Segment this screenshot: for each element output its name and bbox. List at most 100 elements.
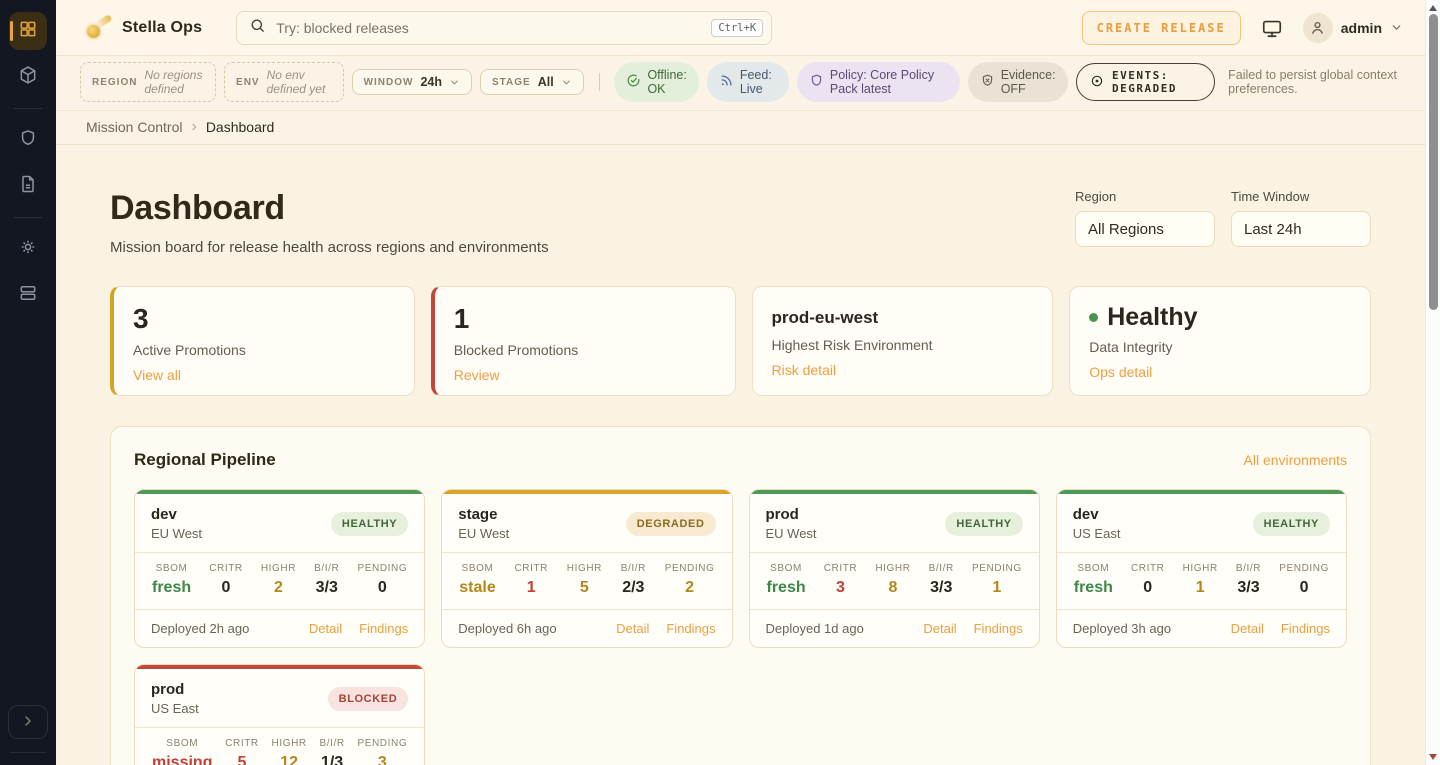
detail-link[interactable]: Detail — [923, 621, 956, 636]
display-monitor-icon[interactable] — [1261, 17, 1283, 39]
search-shortcut-kbd: Ctrl+K — [711, 19, 763, 37]
findings-link[interactable]: Findings — [1281, 621, 1330, 636]
view-all-link[interactable]: View all — [133, 367, 395, 383]
metric-highr: HIGHR1 — [1183, 563, 1218, 597]
environment-name: prod — [766, 506, 817, 523]
detail-link[interactable]: Detail — [309, 621, 342, 636]
vertical-scrollbar[interactable] — [1425, 0, 1440, 765]
env-filter-chip[interactable]: ENV No env defined yet — [224, 62, 344, 102]
sidebar-item-security[interactable] — [9, 121, 47, 159]
metric-label: B/I/R — [1236, 563, 1261, 574]
events-status-chip[interactable]: EVENTS: DEGRADED — [1076, 63, 1215, 101]
create-release-button[interactable]: CREATE RELEASE — [1082, 11, 1241, 45]
stage-filter-value: All — [538, 75, 554, 89]
metric-label: HIGHR — [261, 563, 296, 574]
metric-sbom: SBOMstale — [459, 563, 495, 597]
time-window-select-group: Time Window Last 24h — [1231, 189, 1371, 247]
evidence-status-chip[interactable]: Evidence: OFF — [968, 62, 1068, 102]
ops-detail-link[interactable]: Ops detail — [1089, 364, 1351, 380]
metric-value: 12 — [272, 754, 307, 765]
scroll-down-arrow-icon[interactable] — [1429, 754, 1437, 760]
metric-value: 2/3 — [621, 579, 646, 597]
dashboard-grid-icon — [18, 19, 38, 44]
sidebar-item-settings[interactable] — [9, 230, 47, 268]
feed-status-chip[interactable]: Feed: Live — [707, 62, 789, 102]
search-icon — [249, 17, 266, 39]
breadcrumb-parent[interactable]: Mission Control — [86, 119, 182, 135]
stage-filter-dropdown[interactable]: STAGE All — [480, 69, 584, 95]
sidebar-bottom-divider — [10, 752, 46, 753]
package-icon — [18, 65, 38, 90]
breadcrumb-separator-icon: › — [191, 119, 196, 135]
search-input[interactable] — [276, 20, 701, 36]
page-title: Dashboard — [110, 189, 549, 228]
chevron-down-icon — [1390, 21, 1403, 34]
app-logo[interactable]: Stella Ops — [86, 16, 202, 40]
pipeline-card-metrics: SBOMfresh CRITR0 HIGHR2 B/I/R3/3 PENDING… — [135, 552, 424, 609]
risk-detail-link[interactable]: Risk detail — [772, 362, 1034, 378]
page-header: Dashboard Mission board for release heal… — [110, 189, 1371, 256]
stat-card-data-integrity: Healthy Data Integrity Ops detail — [1069, 286, 1371, 396]
environment-name: stage — [458, 506, 509, 523]
region-select[interactable]: All Regions — [1075, 211, 1215, 247]
stat-value: prod-eu-west — [772, 309, 1034, 328]
region-filter-value: No regions defined — [144, 68, 204, 96]
metric-value: 5 — [567, 579, 602, 597]
pipeline-card-footer: Deployed 3h ago Detail Findings — [1057, 609, 1346, 647]
panel-title: Regional Pipeline — [134, 450, 276, 470]
metric-highr: HIGHR2 — [261, 563, 296, 597]
findings-link[interactable]: Findings — [359, 621, 408, 636]
metric-critr: CRITR5 — [225, 738, 259, 765]
findings-link[interactable]: Findings — [974, 621, 1023, 636]
region-name: US East — [151, 701, 199, 716]
sidebar-item-infrastructure[interactable] — [9, 276, 47, 314]
metric-sbom: SBOMfresh — [152, 563, 191, 597]
region-name: US East — [1073, 526, 1121, 541]
deployed-timestamp: Deployed 2h ago — [151, 621, 249, 636]
metric-label: CRITR — [824, 563, 858, 574]
sidebar-collapse-button[interactable] — [8, 705, 48, 739]
metric-critr: CRITR0 — [209, 563, 243, 597]
sidebar-item-dashboard[interactable] — [9, 12, 47, 50]
metric-value: 0 — [1279, 579, 1329, 597]
context-bar: REGION No regions defined ENV No env def… — [56, 56, 1425, 111]
global-search[interactable]: Ctrl+K — [236, 11, 772, 45]
region-filter-label: REGION — [92, 77, 137, 88]
metric-pending: PENDING0 — [1279, 563, 1329, 597]
metric-value: 1/3 — [319, 754, 344, 765]
page-content: Dashboard Mission board for release heal… — [56, 145, 1425, 765]
time-window-select[interactable]: Last 24h — [1231, 211, 1371, 247]
pipeline-card-header: prod US East BLOCKED — [135, 669, 424, 727]
sidebar-item-releases[interactable] — [9, 58, 47, 96]
window-filter-dropdown[interactable]: WINDOW 24h — [352, 69, 472, 95]
region-filter-chip[interactable]: REGION No regions defined — [80, 62, 216, 102]
metric-value: 2 — [665, 579, 715, 597]
sidebar-divider — [14, 217, 42, 218]
metric-bir: B/I/R3/3 — [1236, 563, 1261, 597]
pipeline-card-metrics: SBOMstale CRITR1 HIGHR5 B/I/R2/3 PENDING… — [442, 552, 731, 609]
user-menu[interactable]: admin — [1303, 13, 1403, 43]
stage-filter-label: STAGE — [492, 77, 531, 88]
detail-link[interactable]: Detail — [616, 621, 649, 636]
findings-link[interactable]: Findings — [666, 621, 715, 636]
chevron-right-icon — [20, 713, 36, 732]
metric-value: 1 — [1183, 579, 1218, 597]
environment-name: dev — [151, 506, 202, 523]
offline-status-chip[interactable]: Offline: OK — [614, 62, 698, 102]
review-link[interactable]: Review — [454, 367, 716, 383]
metric-value: 3 — [357, 754, 407, 765]
scrollbar-thumb[interactable] — [1429, 14, 1438, 310]
pipeline-card-metrics: SBOMmissing CRITR5 HIGHR12 B/I/R1/3 PEND… — [135, 727, 424, 765]
detail-link[interactable]: Detail — [1231, 621, 1264, 636]
policy-status-chip[interactable]: Policy: Core Policy Pack latest — [797, 62, 960, 102]
stat-label: Data Integrity — [1089, 339, 1351, 355]
sidebar-item-documents[interactable] — [9, 167, 47, 205]
metric-highr: HIGHR12 — [272, 738, 307, 765]
pipeline-card: dev US East HEALTHY SBOMfresh CRITR0 HIG… — [1056, 489, 1347, 648]
metric-label: PENDING — [972, 563, 1022, 574]
pipeline-grid: dev EU West HEALTHY SBOMfresh CRITR0 HIG… — [134, 489, 1347, 765]
scroll-up-arrow-icon[interactable] — [1429, 5, 1437, 11]
all-environments-link[interactable]: All environments — [1244, 452, 1348, 468]
shield-x-icon — [980, 73, 995, 91]
document-icon — [18, 174, 38, 199]
